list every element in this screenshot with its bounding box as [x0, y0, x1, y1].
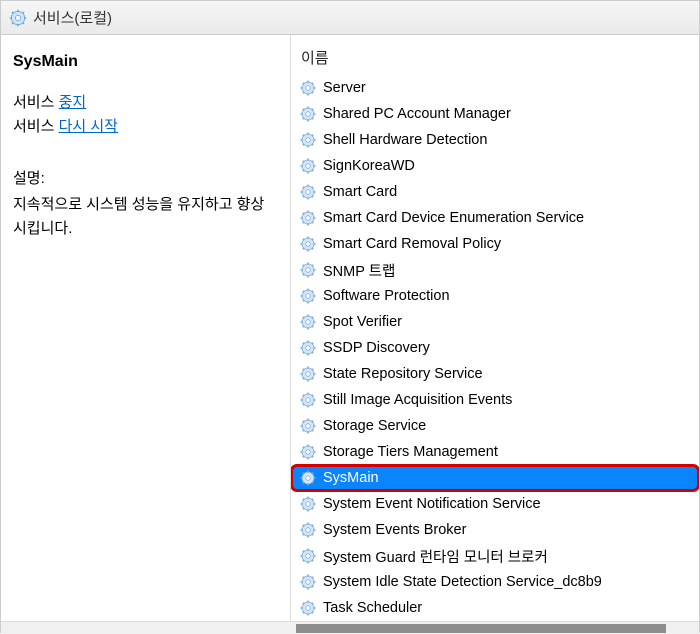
service-label: SSDP Discovery	[323, 340, 430, 356]
service-row[interactable]: SignKoreaWD	[291, 153, 699, 179]
stop-link[interactable]: 중지	[59, 94, 87, 111]
service-row[interactable]: SSDP Discovery	[291, 335, 699, 361]
title-bar: 서비스(로컬)	[1, 1, 699, 35]
main-content: SysMain 서비스 중지 서비스 다시 시작 설명: 지속적으로 시스템 성…	[1, 35, 699, 621]
gear-icon	[299, 599, 317, 617]
service-row[interactable]: Task Scheduler	[291, 595, 699, 621]
description-text: 지속적으로 시스템 성능을 유지하고 향상시킵니다.	[13, 193, 278, 241]
window-title: 서비스(로컬)	[33, 7, 112, 28]
gear-icon	[299, 235, 317, 253]
service-row[interactable]: Smart Card Device Enumeration Service	[291, 205, 699, 231]
gear-icon	[299, 573, 317, 591]
service-label: System Event Notification Service	[323, 496, 541, 512]
service-row[interactable]: State Repository Service	[291, 361, 699, 387]
gear-icon	[299, 261, 317, 279]
service-label: System Guard 런타임 모니터 브로커	[323, 546, 548, 567]
gear-icon	[299, 469, 317, 487]
service-label: Smart Card Removal Policy	[323, 236, 501, 252]
list-pane: 이름 Server Shared PC Account Manager Shell …	[291, 35, 699, 621]
stop-line: 서비스 중지	[13, 91, 278, 115]
service-row[interactable]: Shared PC Account Manager	[291, 101, 699, 127]
service-row[interactable]: Smart Card Removal Policy	[291, 231, 699, 257]
description-label: 설명:	[13, 167, 278, 191]
service-label: SysMain	[323, 470, 379, 486]
gear-icon	[299, 79, 317, 97]
column-header-name[interactable]: 이름	[291, 35, 699, 75]
service-row[interactable]: Storage Service	[291, 413, 699, 439]
services-icon	[9, 9, 27, 27]
gear-icon	[299, 105, 317, 123]
service-row[interactable]: Server	[291, 75, 699, 101]
gear-icon	[299, 183, 317, 201]
service-row[interactable]: System Idle State Detection Service_dc8b…	[291, 569, 699, 595]
action-prefix: 서비스	[13, 118, 59, 135]
selected-service-name: SysMain	[13, 49, 278, 75]
service-row[interactable]: System Events Broker	[291, 517, 699, 543]
gear-icon	[299, 339, 317, 357]
service-row[interactable]: SysMain	[291, 465, 699, 491]
service-row[interactable]: Still Image Acquisition Events	[291, 387, 699, 413]
scrollbar-thumb[interactable]	[296, 624, 666, 633]
gear-icon	[299, 157, 317, 175]
service-label: Storage Service	[323, 418, 426, 434]
service-label: Storage Tiers Management	[323, 444, 498, 460]
gear-icon	[299, 287, 317, 305]
service-list[interactable]: Server Shared PC Account Manager Shell Har…	[291, 75, 699, 621]
gear-icon	[299, 391, 317, 409]
service-label: SignKoreaWD	[323, 158, 415, 174]
service-row[interactable]: System Event Notification Service	[291, 491, 699, 517]
gear-icon	[299, 521, 317, 539]
service-row[interactable]: Software Protection	[291, 283, 699, 309]
service-label: Task Scheduler	[323, 600, 422, 616]
service-label: System Idle State Detection Service_dc8b…	[323, 574, 602, 590]
service-row[interactable]: Storage Tiers Management	[291, 439, 699, 465]
service-label: Server	[323, 80, 366, 96]
service-label: System Events Broker	[323, 522, 466, 538]
service-label: Shared PC Account Manager	[323, 106, 511, 122]
service-label: SNMP 트랩	[323, 260, 395, 281]
service-label: Spot Verifier	[323, 314, 402, 330]
restart-link[interactable]: 다시 시작	[59, 118, 118, 135]
gear-icon	[299, 547, 317, 565]
service-row[interactable]: Smart Card	[291, 179, 699, 205]
detail-pane: SysMain 서비스 중지 서비스 다시 시작 설명: 지속적으로 시스템 성…	[1, 35, 291, 621]
service-row[interactable]: System Guard 런타임 모니터 브로커	[291, 543, 699, 569]
gear-icon	[299, 443, 317, 461]
gear-icon	[299, 209, 317, 227]
service-label: Still Image Acquisition Events	[323, 392, 512, 408]
horizontal-scrollbar[interactable]	[1, 621, 699, 634]
action-prefix: 서비스	[13, 94, 59, 111]
service-label: Smart Card Device Enumeration Service	[323, 210, 584, 226]
gear-icon	[299, 365, 317, 383]
service-label: Smart Card	[323, 184, 397, 200]
gear-icon	[299, 313, 317, 331]
service-label: State Repository Service	[323, 366, 483, 382]
service-row[interactable]: Spot Verifier	[291, 309, 699, 335]
service-label: Software Protection	[323, 288, 450, 304]
service-row[interactable]: SNMP 트랩	[291, 257, 699, 283]
service-label: Shell Hardware Detection	[323, 132, 487, 148]
gear-icon	[299, 495, 317, 513]
gear-icon	[299, 131, 317, 149]
gear-icon	[299, 417, 317, 435]
service-row[interactable]: Shell Hardware Detection	[291, 127, 699, 153]
restart-line: 서비스 다시 시작	[13, 115, 278, 139]
service-actions: 서비스 중지 서비스 다시 시작	[13, 91, 278, 139]
